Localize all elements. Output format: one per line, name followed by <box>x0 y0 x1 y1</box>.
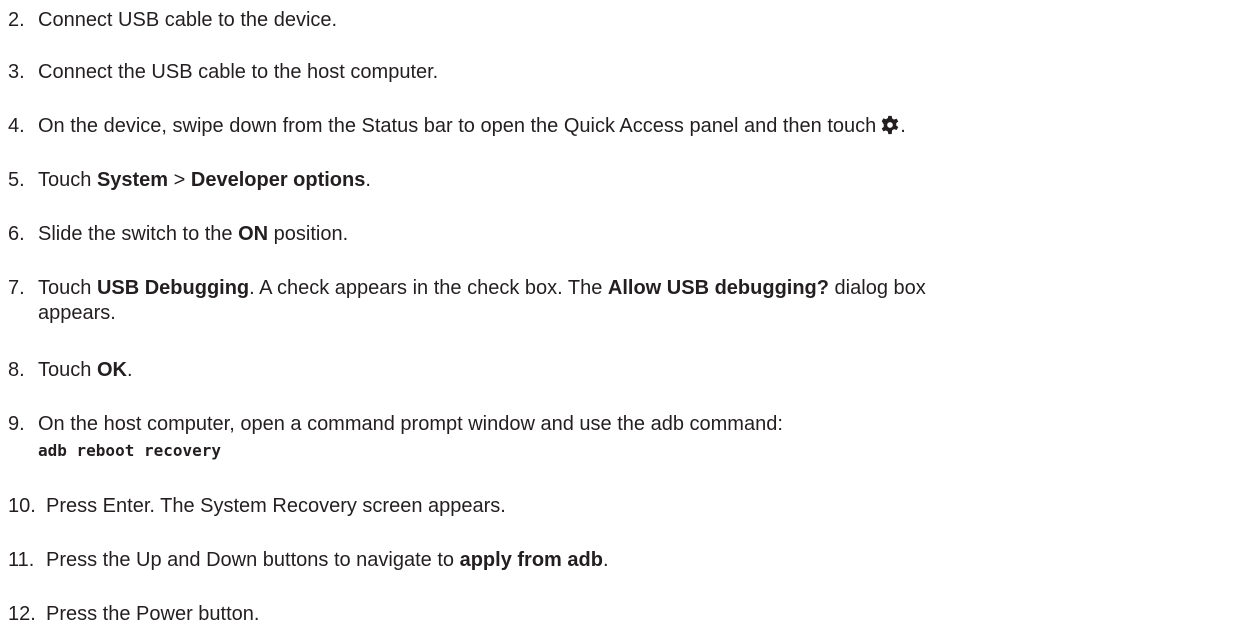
step-5: 5. Touch System > Developer options. <box>8 168 1241 193</box>
step-6: 6. Slide the switch to the ON position. <box>8 222 1241 247</box>
step-number: 12. <box>8 603 36 625</box>
step-text-end: . <box>126 359 133 381</box>
step-number: 9. <box>8 413 25 435</box>
step-10: 10. Press Enter. The System Recovery scre… <box>8 494 1241 519</box>
step-text: Press the Up and Down buttons to navigat… <box>46 549 460 571</box>
step-9: 9. On the host computer, open a command p… <box>8 412 1241 463</box>
step-number: 4. <box>8 115 25 137</box>
gear-icon <box>880 115 900 142</box>
step-text: Touch <box>38 359 97 381</box>
step-text: > <box>168 169 191 191</box>
step-text: position. <box>268 223 349 245</box>
instruction-steps: 2. Connect USB cable to the device. 3. Con… <box>0 0 1249 642</box>
bold-term: USB Debugging <box>96 277 250 299</box>
step-2: 2. Connect USB cable to the device. <box>8 8 1241 33</box>
code-command: adb reboot recovery <box>38 441 222 460</box>
step-text: On the device, swipe down from the Statu… <box>38 115 877 137</box>
bold-term: Allow USB debugging? <box>607 277 829 299</box>
step-number: 2. <box>8 9 25 31</box>
step-text: Connect USB cable to the device. <box>38 9 338 31</box>
step-text: Press the Power button. <box>46 603 260 625</box>
step-12: 12. Press the Power button. <box>8 602 1241 627</box>
step-text: Slide the switch to the <box>38 223 239 245</box>
step-text-end: . <box>365 169 371 191</box>
step-4: 4. On the device, swipe down from the Sta… <box>8 114 1241 142</box>
step-number: 10. <box>8 495 36 517</box>
step-text: dialog box <box>829 277 926 299</box>
step-number: 8. <box>8 359 25 381</box>
step-text: . A check appears in the check box. The <box>249 277 608 299</box>
step-text: Press Enter. The System Recovery screen … <box>46 495 506 517</box>
step-text-end: . <box>602 549 609 571</box>
bold-term: apply from adb <box>459 549 603 571</box>
step-text: On the host computer, open a command pro… <box>38 413 783 435</box>
step-number: 7. <box>8 277 25 299</box>
bold-term: System <box>96 169 169 191</box>
step-8: 8. Touch OK. <box>8 358 1241 383</box>
step-text-end: . <box>900 115 906 137</box>
step-text: Connect the USB cable to the host comput… <box>38 61 439 83</box>
step-3: 3. Connect the USB cable to the host comp… <box>8 60 1241 85</box>
step-11: 11. Press the Up and Down buttons to navi… <box>8 548 1241 573</box>
step-number: 11. <box>8 549 35 571</box>
step-text: Touch <box>38 169 97 191</box>
step-number: 3. <box>8 61 25 83</box>
step-number: 6. <box>8 223 25 245</box>
step-text-continued: appears. <box>38 302 116 324</box>
bold-term: OK <box>96 359 127 381</box>
bold-term: Developer options <box>190 169 366 191</box>
step-text: Touch <box>38 277 97 299</box>
bold-term: ON <box>238 223 269 245</box>
step-7: 7. Touch USB Debugging. A check appears i… <box>8 276 1241 326</box>
step-number: 5. <box>8 169 25 191</box>
